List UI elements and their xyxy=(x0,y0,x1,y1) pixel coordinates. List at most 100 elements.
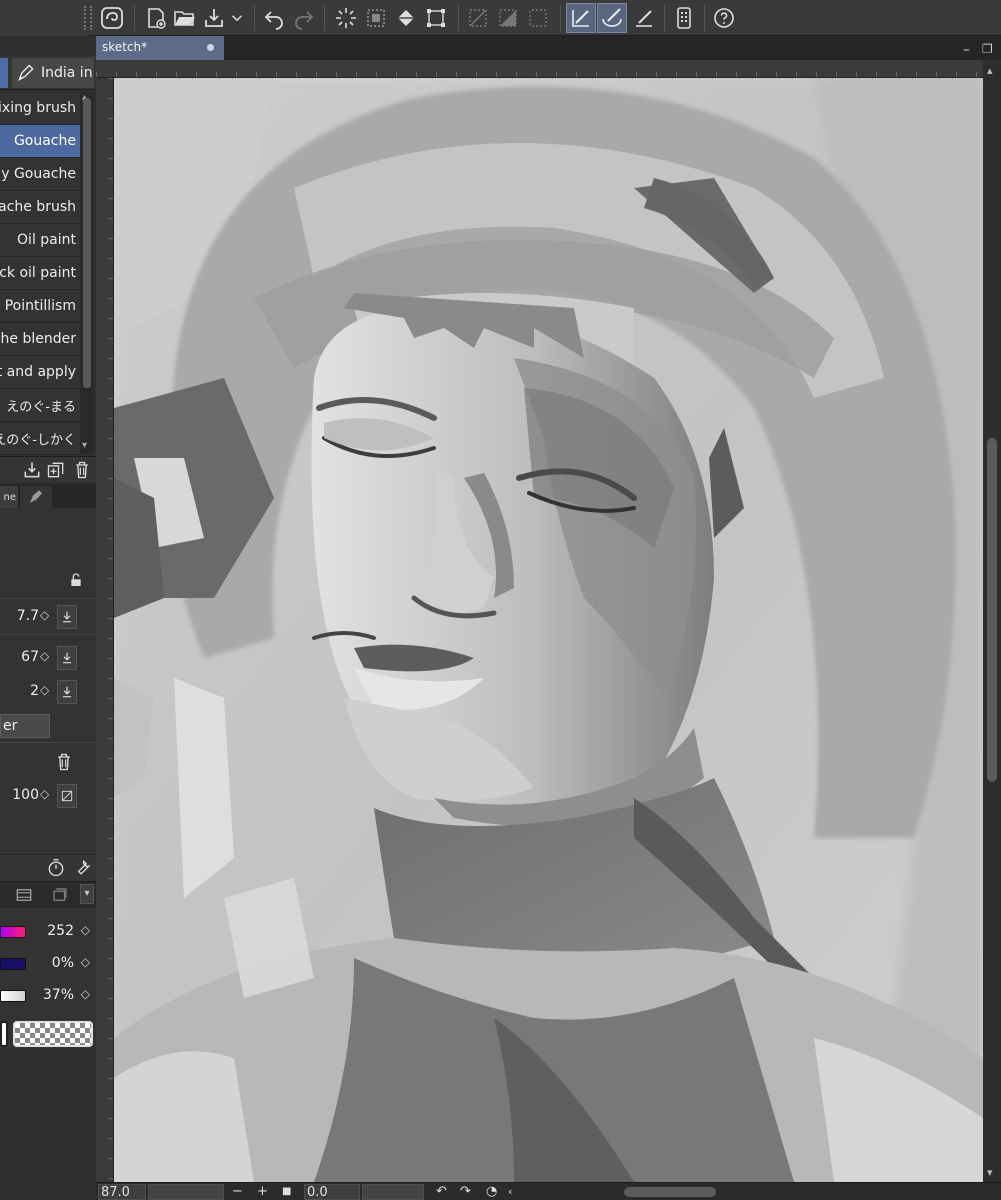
brush-item[interactable]: he blender xyxy=(0,323,80,356)
redo-icon[interactable] xyxy=(290,3,318,33)
sub-tool-tab-label: India in xyxy=(41,65,93,81)
brush-item[interactable]: ixing brush xyxy=(0,92,80,125)
hue-value[interactable]: 252 xyxy=(47,923,74,939)
wrench-icon[interactable] xyxy=(72,858,92,878)
undo-icon[interactable] xyxy=(260,3,288,33)
tab-brush-settings[interactable] xyxy=(20,486,52,508)
brush-item-selected[interactable]: Gouache xyxy=(0,125,80,158)
value-slider[interactable] xyxy=(0,990,26,1002)
document-tab[interactable]: sketch* xyxy=(96,36,224,60)
hue-spinner-icon[interactable]: ◇ xyxy=(81,923,90,937)
document-tab-bar: sketch* – ❐ xyxy=(96,36,1001,60)
saturation-slider[interactable] xyxy=(0,958,26,970)
color-tab-menu-icon[interactable]: ▾ xyxy=(80,884,94,904)
restore-icon[interactable]: ❐ xyxy=(982,42,993,56)
value-spinner-icon[interactable]: ◇ xyxy=(81,987,90,1001)
rotation-field[interactable]: 0.0 xyxy=(304,1184,360,1200)
color-slider-tab-icon[interactable] xyxy=(14,886,34,904)
minimize-icon[interactable]: – xyxy=(963,42,970,58)
brush-size-pressure-button[interactable] xyxy=(57,605,77,629)
brush-size-row: 7.7 ◇ xyxy=(0,603,96,631)
brush-item[interactable]: y Gouache xyxy=(0,158,80,191)
sub-tool-tab-previous[interactable] xyxy=(0,58,8,88)
brush-item[interactable]: ck oil paint xyxy=(0,257,80,290)
drawing-canvas[interactable] xyxy=(114,78,983,1182)
brush-size-spinner-icon[interactable]: ◇ xyxy=(40,608,49,622)
brush-item[interactable]: えのぐ-まる xyxy=(0,389,80,422)
scroll-left-icon[interactable]: ‹ xyxy=(508,1185,512,1198)
ruler-snap-icon[interactable] xyxy=(566,3,596,33)
setting-a-spinner-icon[interactable]: ◇ xyxy=(40,683,49,697)
toolbar-grip[interactable] xyxy=(84,6,92,30)
show-grid-icon[interactable] xyxy=(524,3,552,33)
main-color-swatch[interactable] xyxy=(0,1021,8,1047)
rotate-left-icon[interactable]: ↶ xyxy=(436,1184,447,1199)
help-icon[interactable] xyxy=(710,3,738,33)
delete-brush-icon[interactable] xyxy=(72,460,92,480)
trash-icon[interactable] xyxy=(54,752,74,772)
clear-selection-icon[interactable] xyxy=(332,3,360,33)
rotation-slider[interactable] xyxy=(362,1184,424,1200)
zoom-slider[interactable] xyxy=(148,1184,224,1200)
tab-tool-property[interactable]: ne xyxy=(0,486,18,508)
brush-item[interactable]: t and apply xyxy=(0,356,80,389)
lock-icon[interactable] xyxy=(68,572,84,588)
canvas-vertical-scrollbar[interactable]: ▴ ▾ xyxy=(983,60,1001,1182)
scrollbar-thumb[interactable] xyxy=(83,98,91,388)
setting-c-value[interactable]: 100 xyxy=(12,787,39,803)
rotate-right-icon[interactable]: ↷ xyxy=(460,1184,471,1199)
grid-snap-icon[interactable] xyxy=(630,3,658,33)
brush-size-value[interactable]: 7.7 xyxy=(17,608,39,624)
blend-mode-select[interactable]: er xyxy=(0,714,50,738)
grayscale-portrait-painting xyxy=(114,78,983,1182)
duplicate-brush-icon[interactable] xyxy=(46,460,66,480)
scroll-down-icon[interactable]: ▾ xyxy=(82,440,87,451)
scrollbar-thumb[interactable] xyxy=(987,438,997,782)
brush-item[interactable]: Oil paint xyxy=(0,224,80,257)
open-folder-icon[interactable] xyxy=(170,3,198,33)
scroll-up-icon[interactable]: ▴ xyxy=(987,64,993,77)
toolbar-separator xyxy=(704,5,705,31)
zoom-out-button[interactable]: − xyxy=(232,1184,243,1199)
invert-selection-icon[interactable] xyxy=(362,3,390,33)
unsaved-dot-icon[interactable] xyxy=(207,44,214,51)
brush-list-scrollbar[interactable]: ▴ ▾ xyxy=(80,92,94,454)
import-brush-icon[interactable] xyxy=(22,460,42,480)
brush-item[interactable]: ache brush xyxy=(0,191,80,224)
opacity-spinner-icon[interactable]: ◇ xyxy=(40,649,49,663)
scroll-down-icon[interactable]: ▾ xyxy=(987,1166,993,1179)
hue-slider[interactable] xyxy=(0,926,26,938)
setting-c-clear-button[interactable] xyxy=(57,784,77,808)
reset-rotation-icon[interactable]: ◔ xyxy=(486,1184,497,1199)
opacity-value[interactable]: 67 xyxy=(21,649,39,665)
app-logo-icon[interactable] xyxy=(98,3,126,33)
timer-icon[interactable] xyxy=(46,858,66,878)
save-dropdown-icon[interactable] xyxy=(228,3,246,33)
new-canvas-icon[interactable] xyxy=(142,3,170,33)
sub-tool-tab-india-ink[interactable]: India in xyxy=(12,58,94,88)
zoom-in-button[interactable]: + xyxy=(257,1184,268,1199)
value-value[interactable]: 37% xyxy=(43,987,74,1003)
zoom-field[interactable]: 87.0 xyxy=(98,1184,146,1200)
saturation-value[interactable]: 0% xyxy=(52,955,74,971)
hide-selection-icon[interactable] xyxy=(464,3,492,33)
color-set-tab-icon[interactable] xyxy=(50,886,70,904)
special-ruler-snap-icon[interactable] xyxy=(597,3,627,33)
transform-icon[interactable] xyxy=(422,3,450,33)
clip-icon[interactable] xyxy=(494,3,522,33)
brush-item[interactable]: えのぐ-しかく xyxy=(0,422,80,455)
toolbar-left-area xyxy=(0,0,88,36)
setting-a-pressure-button[interactable] xyxy=(57,680,77,704)
ruler-ticks xyxy=(108,78,113,1182)
brush-item[interactable]: Pointillism xyxy=(0,290,80,323)
setting-a-value[interactable]: 2 xyxy=(30,683,39,699)
smartphone-icon[interactable] xyxy=(670,3,698,33)
fit-icon[interactable]: ■ xyxy=(282,1186,291,1197)
transparent-color-swatch[interactable] xyxy=(13,1021,93,1047)
save-icon[interactable] xyxy=(200,3,228,33)
fill-icon[interactable] xyxy=(392,3,420,33)
opacity-pressure-button[interactable] xyxy=(57,646,77,670)
setting-c-spinner-icon[interactable]: ◇ xyxy=(40,787,49,801)
saturation-spinner-icon[interactable]: ◇ xyxy=(81,955,90,969)
horizontal-scrollbar-thumb[interactable] xyxy=(624,1187,716,1197)
